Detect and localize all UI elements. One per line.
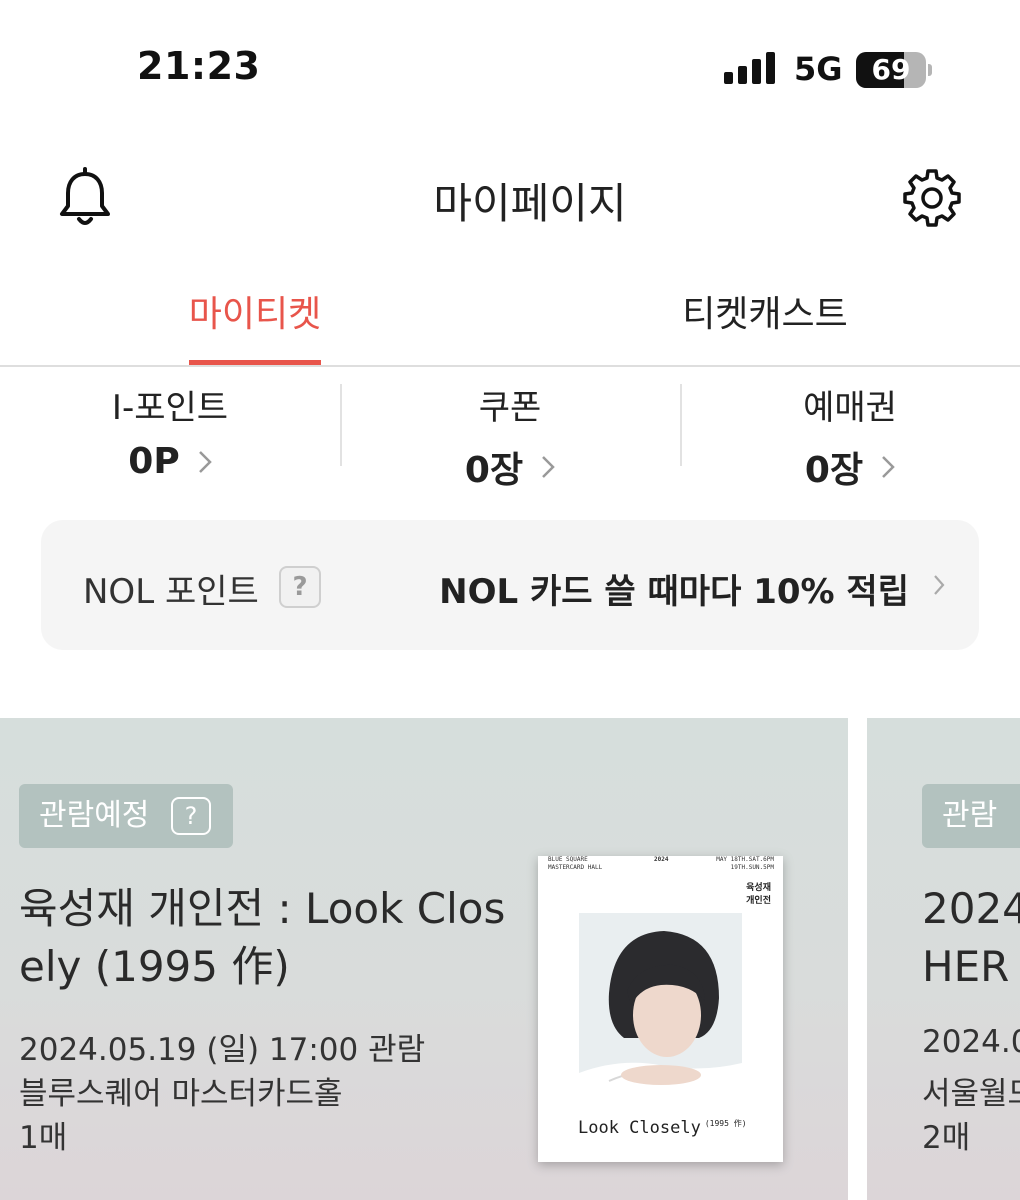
chevron-right-icon (882, 456, 895, 478)
ticket-venue: 블루스퀘어 마스터카드홀 (19, 1076, 343, 1112)
poster-date: 19TH.SUN.5PM (730, 864, 774, 871)
poster-title-line: 육성재 (746, 883, 771, 893)
tab-divider (0, 365, 1020, 367)
poster-year: 2024 (654, 856, 669, 863)
battery-level: 69 (871, 53, 911, 86)
poster-title-line: 개인전 (746, 896, 771, 906)
battery-icon: 69 (856, 52, 932, 88)
poster-venue: BLUE SQUARE (548, 856, 588, 863)
nol-card-promo: NOL 카드 쓸 때마다 10% 적립 (439, 572, 909, 612)
poster-date: MAY 18TH.SAT.6PM (716, 856, 774, 863)
ticket-title: 육성재 개인전 : Look Closely (1995 作) (19, 884, 506, 991)
poster-venue: MASTERCARD HALL (548, 864, 603, 871)
status-badge-label: 관람예정 (39, 798, 150, 833)
help-icon[interactable]: ? (171, 797, 211, 835)
nol-point-banner[interactable]: NOL 포인트 ? NOL 카드 쓸 때마다 10% 적립 (41, 520, 979, 650)
bell-icon[interactable] (52, 166, 118, 232)
ticket-quantity: 1매 (19, 1120, 68, 1156)
ticket-datetime: 2024.05.19 (일) 17:00 관람 (19, 1032, 426, 1068)
poster-caption-year: (1995 作) (704, 1119, 747, 1129)
tab-ticketcast[interactable]: 티켓캐스트 (660, 285, 870, 337)
voucher-label: 예매권 (803, 388, 897, 428)
status-time: 21:23 (137, 44, 261, 88)
ticket-title: 2024 HER (922, 880, 1020, 996)
status-badge: 관람 (922, 784, 1020, 848)
network-type: 5G (794, 50, 843, 88)
chevron-right-icon (198, 450, 212, 473)
ticket-title-line: 2024 (922, 884, 1020, 933)
ticket-card-next[interactable]: 관람 2024 HER 2024.0 서울월드 2매 (867, 718, 1020, 1200)
status-badge-label: 관람 (942, 798, 998, 833)
poster-header: BLUE SQUARE MASTERCARD HALL 2024 MAY 18T… (548, 856, 774, 876)
voucher-value: 0장 (804, 450, 864, 491)
poster-caption-text: Look Closely (578, 1118, 701, 1138)
chevron-right-icon (542, 456, 555, 478)
chevron-right-icon (934, 575, 945, 595)
status-badge: 관람예정 ? (19, 784, 233, 848)
ticket-venue: 서울월드 (922, 1076, 1020, 1112)
poster-photo (579, 913, 742, 1103)
cellular-signal-icon (724, 52, 775, 84)
ticket-card[interactable]: 관람예정 ? 육성재 개인전 : Look Closely (1995 作) 2… (0, 718, 848, 1200)
i-point-stat[interactable]: I-포인트 0P (0, 380, 340, 482)
i-point-value: 0P (128, 441, 180, 482)
ticket-title-line: HER (922, 942, 1010, 991)
ticket-poster[interactable]: BLUE SQUARE MASTERCARD HALL 2024 MAY 18T… (538, 856, 783, 1162)
help-icon[interactable]: ? (279, 566, 321, 608)
coupon-value: 0장 (464, 450, 524, 491)
page-title: 마이페이지 (433, 179, 627, 228)
poster-caption: Look Closely (1995 作) (578, 1118, 747, 1138)
poster-title: 육성재 개인전 (746, 882, 771, 908)
coupon-label: 쿠폰 (478, 388, 542, 428)
nol-point-label: NOL 포인트 (83, 572, 259, 612)
voucher-stat[interactable]: 예매권 0장 (680, 380, 1020, 493)
ticket-datetime: 2024.0 (922, 1024, 1020, 1060)
i-point-label: I-포인트 (111, 388, 229, 428)
ticket-quantity: 2매 (922, 1120, 971, 1156)
gear-icon[interactable] (900, 166, 964, 230)
coupon-stat[interactable]: 쿠폰 0장 (340, 380, 680, 493)
tab-my-ticket[interactable]: 마이티켓 (150, 285, 360, 337)
